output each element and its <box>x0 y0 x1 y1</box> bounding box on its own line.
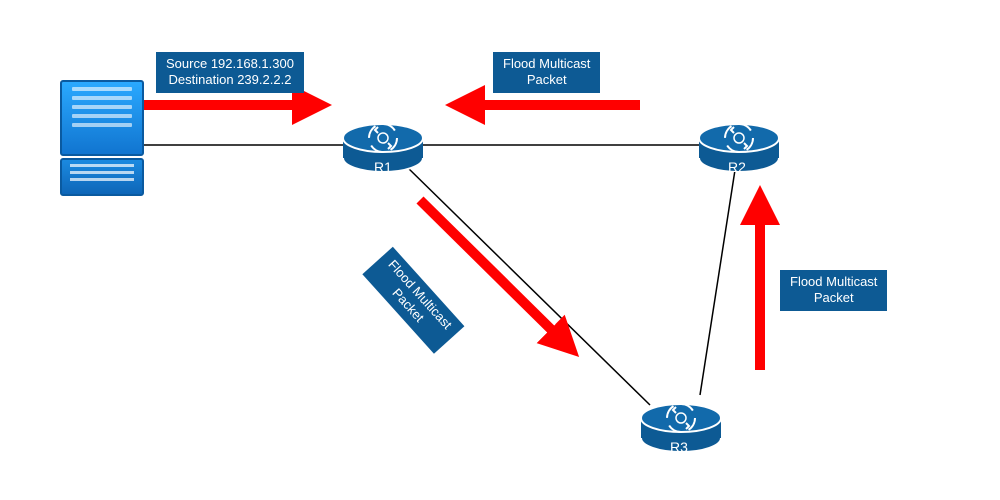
source-header: Source <box>166 56 207 71</box>
router-r3-label: R3 <box>670 439 688 455</box>
link-r1-r3 <box>405 165 650 405</box>
flood-label-right-text: Flood MulticastPacket <box>790 274 877 305</box>
router-r1-label: R1 <box>374 159 392 175</box>
source-ip: 192.168.1.300 <box>211 56 294 71</box>
dest-header: Destination <box>169 72 234 87</box>
flood-label-top: Flood MulticastPacket <box>493 52 600 93</box>
link-r2-r3 <box>700 170 735 395</box>
source-dest-label: Source 192.168.1.300 Destination 239.2.2… <box>156 52 304 93</box>
server-device <box>60 80 140 190</box>
flood-label-right: Flood MulticastPacket <box>780 270 887 311</box>
router-r2-label: R2 <box>728 159 746 175</box>
flood-label-top-text: Flood MulticastPacket <box>503 56 590 87</box>
dest-ip: 239.2.2.2 <box>237 72 291 87</box>
